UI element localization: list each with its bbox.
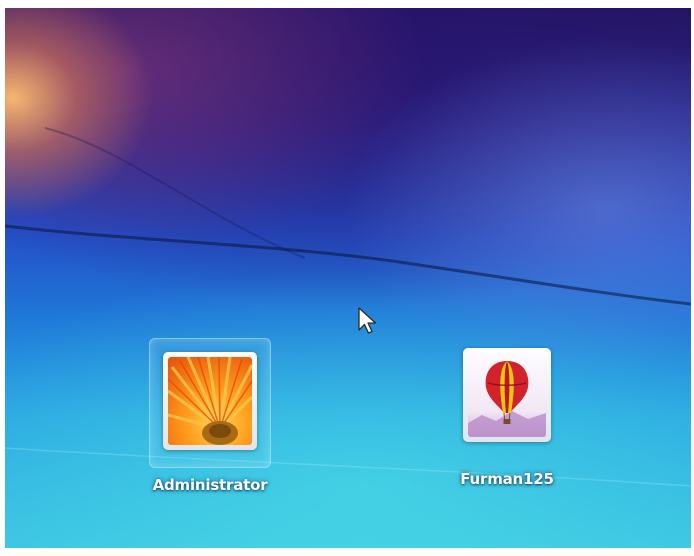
user-tile-frame — [459, 344, 555, 444]
hot-air-balloon-icon — [468, 353, 546, 437]
orange-flower-icon — [168, 357, 252, 445]
user-tile-furman125[interactable]: Furman125 — [437, 344, 577, 488]
user-picture-frame — [163, 352, 257, 450]
logon-screen: Administrator Furman125 — [5, 8, 691, 548]
arrow-cursor-icon — [358, 307, 377, 334]
user-picture-frame — [463, 348, 551, 442]
user-tile-selection-frame — [149, 338, 271, 468]
user-name-administrator[interactable]: Administrator — [140, 476, 280, 494]
wallpaper-background — [5, 127, 691, 487]
user-name-furman125[interactable]: Furman125 — [437, 470, 577, 488]
user-tile-administrator[interactable]: Administrator — [140, 338, 280, 494]
photo-frame: Administrator Furman125 — [0, 0, 694, 556]
